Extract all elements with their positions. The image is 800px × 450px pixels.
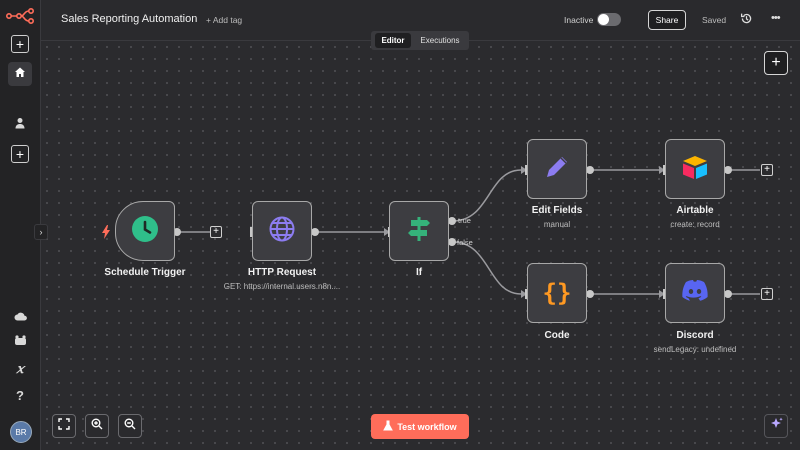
tab-executions[interactable]: Executions <box>415 33 465 48</box>
home-icon <box>14 65 26 83</box>
sidebar-item-personal[interactable] <box>11 115 29 133</box>
n8n-logo-icon[interactable] <box>5 7 34 29</box>
globe-icon <box>268 215 296 248</box>
node-subtitle: create: record <box>670 220 720 229</box>
node-airtable[interactable] <box>665 139 725 199</box>
node-http-request[interactable] <box>252 201 312 261</box>
node-label: Edit Fields <box>531 205 583 216</box>
clock-icon <box>131 215 159 248</box>
node-if[interactable] <box>389 201 449 261</box>
zoom-in-icon <box>91 417 103 435</box>
node-label: If <box>415 267 423 278</box>
airtable-icon <box>681 154 709 185</box>
trigger-bolt-icon <box>101 225 111 244</box>
code-braces-icon: {} <box>542 279 572 307</box>
sidebar-item-cloud[interactable] <box>11 307 29 325</box>
variables-icon[interactable]: 𝑥 <box>11 360 29 378</box>
node-label: Airtable <box>676 205 714 216</box>
flask-icon <box>383 420 394 433</box>
node-label: Schedule Trigger <box>104 267 186 278</box>
node-label: Code <box>544 330 570 341</box>
sidebar-item-home[interactable] <box>8 62 32 86</box>
zoom-out-button[interactable] <box>118 414 142 438</box>
zoom-in-button[interactable] <box>85 414 109 438</box>
test-workflow-button[interactable]: Test workflow <box>371 414 469 439</box>
node-discord[interactable] <box>665 263 725 323</box>
node-label: HTTP Request <box>247 267 317 278</box>
templates-icon <box>14 334 27 349</box>
fit-view-button[interactable] <box>52 414 76 438</box>
discord-icon <box>680 279 710 308</box>
help-icon[interactable]: ? <box>11 386 29 404</box>
sidebar-add-button[interactable]: + <box>11 35 29 53</box>
node-edit-fields[interactable] <box>527 139 587 199</box>
ask-ai-button[interactable] <box>764 414 788 438</box>
signpost-icon <box>405 215 433 248</box>
edge-label-false: false <box>457 238 473 247</box>
add-next-node-button[interactable]: + <box>761 164 773 176</box>
node-label: Discord <box>676 330 714 341</box>
cloud-icon <box>14 309 27 324</box>
expand-sidebar-icon[interactable]: › <box>34 224 48 240</box>
sparkle-icon <box>770 417 783 435</box>
node-code[interactable]: {} <box>527 263 587 323</box>
tab-editor[interactable]: Editor <box>375 33 411 48</box>
add-next-node-button[interactable]: + <box>210 226 222 238</box>
user-icon <box>14 117 26 132</box>
sidebar-item-templates[interactable] <box>11 332 29 350</box>
add-node-button[interactable]: + <box>764 51 788 75</box>
pencil-icon <box>543 153 571 186</box>
zoom-out-icon <box>124 417 136 435</box>
test-workflow-label: Test workflow <box>397 421 457 432</box>
view-tabs: Editor Executions <box>371 31 469 50</box>
node-schedule-trigger[interactable] <box>115 201 175 261</box>
add-next-node-button[interactable]: + <box>761 288 773 300</box>
avatar[interactable]: BR <box>10 421 32 443</box>
node-subtitle: GET: https://internal.users.n8n.... <box>223 282 341 291</box>
sidebar-add-project-button[interactable]: + <box>11 145 29 163</box>
fit-view-icon <box>58 417 70 435</box>
node-subtitle: sendLegacy: undefined <box>653 345 737 354</box>
